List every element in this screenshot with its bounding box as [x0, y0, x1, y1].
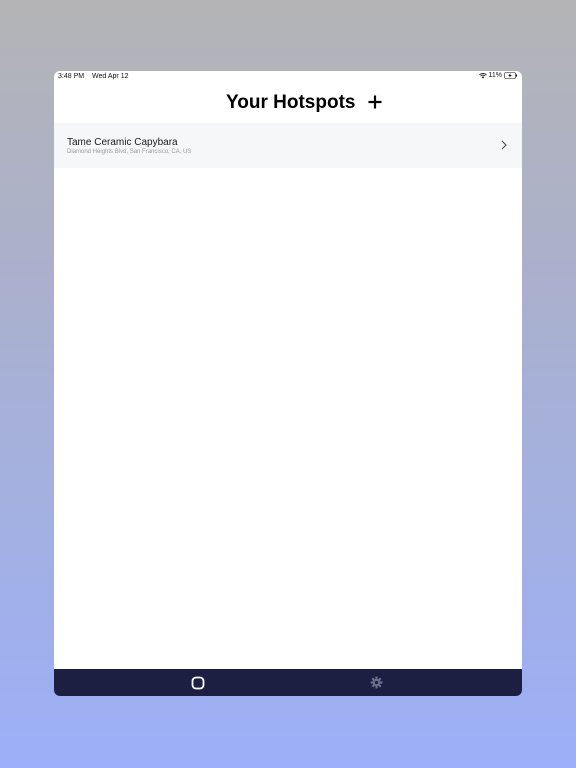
header: Your Hotspots: [54, 91, 522, 117]
hotspot-name: Tame Ceramic Capybara: [67, 137, 178, 148]
status-date: Wed Apr 12: [92, 73, 129, 80]
status-bar: 3:48 PM Wed Apr 12 11%: [54, 71, 522, 84]
wifi-icon: [478, 72, 487, 78]
hotspot-list-item[interactable]: Tame Ceramic Capybara Diamond Heights Bl…: [54, 123, 522, 168]
app-window: 3:48 PM Wed Apr 12 11% Your Hotspots Tam…: [54, 71, 522, 696]
page-title: Your Hotspots: [226, 92, 356, 113]
plus-icon: [368, 95, 382, 109]
hotspot-address: Diamond Heights Blvd, San Francisco, CA,…: [67, 149, 192, 155]
chevron-right-icon: [501, 140, 507, 150]
home-square-icon: [191, 676, 205, 689]
battery-charging-icon: [504, 72, 517, 79]
add-hotspot-button[interactable]: [364, 91, 386, 113]
hotspot-list: Tame Ceramic Capybara Diamond Heights Bl…: [54, 123, 522, 168]
status-time: 3:48 PM: [58, 73, 85, 80]
battery-percent: 11%: [488, 72, 503, 79]
tab-home[interactable]: [168, 669, 228, 696]
status-right: 11%: [478, 72, 519, 79]
gear-icon: [370, 676, 382, 689]
tab-bar: [54, 669, 522, 696]
status-left: 3:48 PM Wed Apr 12: [58, 73, 134, 80]
tab-settings[interactable]: [346, 669, 406, 696]
